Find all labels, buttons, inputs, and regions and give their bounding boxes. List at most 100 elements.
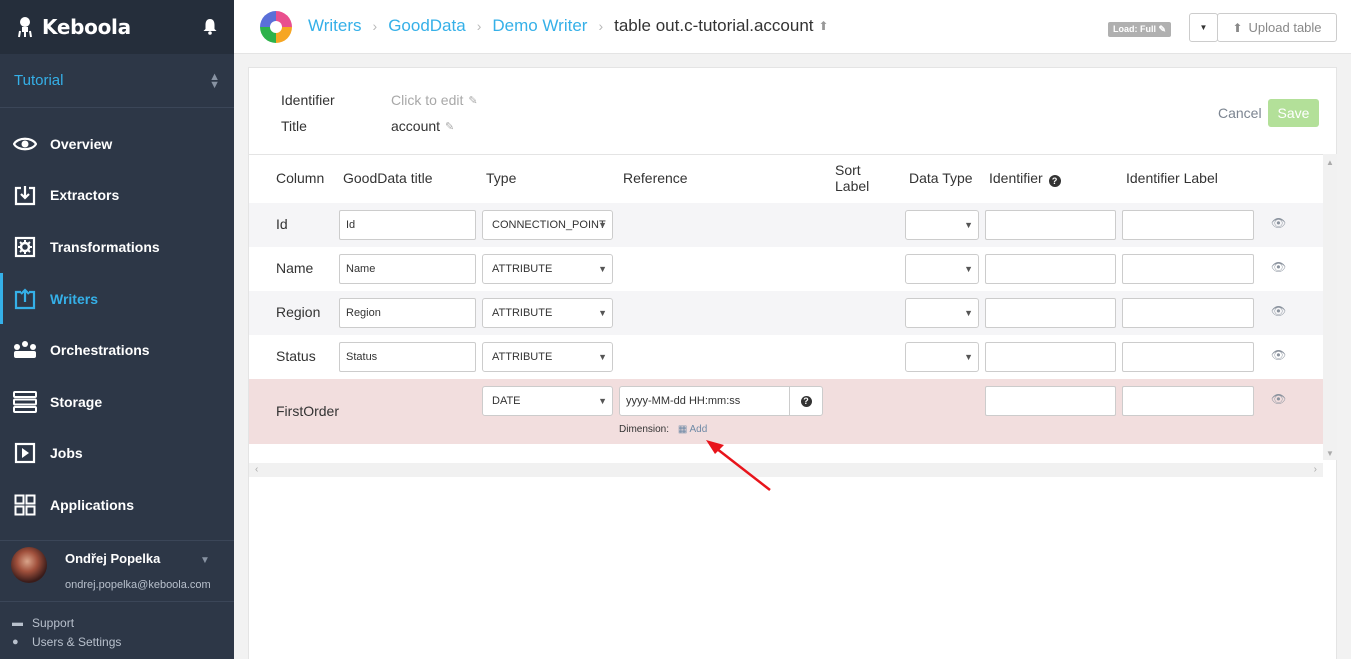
identifier-label-input[interactable]	[1122, 386, 1254, 416]
type-select[interactable]: ATTRIBUTE ▼	[482, 342, 613, 372]
support-link[interactable]: ▬ Support	[12, 613, 121, 632]
date-format-input[interactable]: yyyy-MM-dd HH:mm:ss	[619, 386, 790, 416]
identifier-input[interactable]	[985, 254, 1116, 284]
chevron-right-icon: ›	[372, 18, 378, 34]
actions-dropdown-button[interactable]: ▼	[1189, 13, 1218, 42]
identifier-value[interactable]: Click to edit	[391, 92, 463, 108]
data-type-select[interactable]: ▼	[905, 342, 979, 372]
identifier-header-label: Identifier	[989, 170, 1043, 186]
upload-icon[interactable]: ⬆	[819, 19, 829, 33]
chevron-down-icon: ▼	[964, 352, 973, 362]
sidebar-item-orchestrations[interactable]: Orchestrations	[0, 324, 234, 376]
dimension-row: Dimension: ▦ Add	[619, 424, 707, 435]
breadcrumb-demo-writer[interactable]: Demo Writer	[492, 16, 587, 36]
table-header: Column GoodData title Type Reference Sor…	[249, 155, 1323, 202]
gd-title-input[interactable]: Name	[339, 254, 476, 284]
sidebar-item-label: Orchestrations	[50, 342, 150, 359]
column-header: Column	[276, 170, 325, 186]
save-button[interactable]: Save	[1268, 99, 1319, 127]
eye-icon[interactable]: 👁	[1271, 392, 1286, 406]
load-mode-badge[interactable]: Load: Full ✎	[1108, 22, 1172, 37]
type-value: CONNECTION_POINT	[492, 219, 606, 231]
add-dimension-link[interactable]: ▦ Add	[678, 424, 707, 435]
identifier-input[interactable]	[985, 298, 1116, 328]
eye-icon[interactable]: 👁	[1271, 260, 1286, 274]
identifier-label-input[interactable]	[1122, 298, 1254, 328]
sidebar-item-extractors[interactable]: Extractors	[0, 170, 234, 222]
column-name: Name	[276, 260, 314, 276]
sidebar-item-overview[interactable]: Overview	[0, 118, 234, 170]
upload-table-button[interactable]: ⬆ Upload table	[1217, 13, 1337, 42]
identifier-header: Identifier ?	[989, 170, 1061, 187]
chevron-right-icon: ›	[476, 18, 482, 34]
eye-icon[interactable]: 👁	[1271, 216, 1286, 230]
gear-box-icon	[12, 235, 38, 259]
orchestration-icon	[12, 338, 38, 362]
support-label: Support	[32, 615, 75, 630]
horizontal-scrollbar[interactable]: ‹ ›	[249, 463, 1323, 477]
project-selector[interactable]: Tutorial ▲ ▼	[0, 54, 234, 108]
identifier-input[interactable]	[985, 342, 1116, 372]
type-header: Type	[486, 170, 517, 186]
scroll-left-icon[interactable]: ‹	[255, 464, 258, 475]
gd-title-input[interactable]: Region	[339, 298, 476, 328]
data-type-header: Data Type	[909, 170, 973, 186]
identifier-label-input[interactable]	[1122, 210, 1254, 240]
column-name: Region	[276, 304, 321, 320]
brand[interactable]: Keboola	[0, 0, 234, 54]
scroll-down-icon[interactable]: ▼	[1326, 449, 1334, 458]
identifier-input[interactable]	[985, 210, 1116, 240]
chevron-down-icon: ▼	[964, 264, 973, 274]
type-select[interactable]: ATTRIBUTE ▼	[482, 298, 613, 328]
avatar	[11, 547, 47, 583]
column-name: Id	[276, 216, 288, 232]
table-row: Name Name ATTRIBUTE ▼ ▼ 👁	[249, 247, 1323, 291]
users-settings-link[interactable]: ● Users & Settings	[12, 632, 121, 651]
identifier-input[interactable]	[985, 386, 1116, 416]
scroll-right-icon[interactable]: ›	[1314, 464, 1317, 475]
question-icon[interactable]: ?	[1048, 175, 1061, 187]
identifier-label-input[interactable]	[1122, 254, 1254, 284]
breadcrumb-writers[interactable]: Writers	[308, 16, 362, 36]
data-type-select[interactable]: ▼	[905, 254, 979, 284]
sidebar-item-label: Writers	[50, 290, 98, 307]
sidebar-item-writers[interactable]: Writers	[0, 272, 234, 325]
sidebar-item-applications[interactable]: Applications	[0, 479, 234, 531]
reference-header: Reference	[623, 170, 688, 186]
pencil-icon[interactable]: ✎	[445, 120, 454, 133]
play-box-icon	[12, 441, 38, 465]
scroll-up-icon[interactable]: ▲	[1326, 158, 1334, 167]
sidebar-item-jobs[interactable]: Jobs	[0, 428, 234, 480]
breadcrumb-gooddata[interactable]: GoodData	[388, 16, 466, 36]
gd-title-input[interactable]: Id	[339, 210, 476, 240]
type-select[interactable]: DATE ▼	[482, 386, 613, 416]
identifier-label-input[interactable]	[1122, 342, 1254, 372]
type-value: ATTRIBUTE	[492, 351, 553, 363]
gd-title-input[interactable]: Status	[339, 342, 476, 372]
bell-icon[interactable]	[202, 18, 220, 36]
brand-name: Keboola	[42, 15, 131, 39]
project-name: Tutorial	[14, 72, 64, 89]
type-select[interactable]: CONNECTION_POINT ▼	[482, 210, 613, 240]
eye-icon[interactable]: 👁	[1271, 348, 1286, 362]
pencil-icon[interactable]: ✎	[468, 94, 477, 107]
chevron-down-icon: ▼	[598, 396, 607, 406]
sort-label-header: Sort Label	[835, 162, 869, 194]
eye-icon[interactable]: 👁	[1271, 304, 1286, 318]
chevron-down-icon: ▼	[964, 220, 973, 230]
user-menu[interactable]: Ondřej Popelka ondrej.popelka@keboola.co…	[0, 540, 234, 602]
sidebar-item-storage[interactable]: Storage	[0, 376, 234, 428]
data-type-select[interactable]: ▼	[905, 210, 979, 240]
footer-links: ▬ Support ● Users & Settings	[12, 613, 121, 651]
type-select[interactable]: ATTRIBUTE ▼	[482, 254, 613, 284]
database-icon	[12, 390, 38, 414]
chevron-down-icon: ▼	[598, 352, 607, 362]
vertical-scrollbar[interactable]: ▲ ▼	[1323, 154, 1337, 460]
title-value[interactable]: account	[391, 118, 440, 134]
data-type-select[interactable]: ▼	[905, 298, 979, 328]
sidebar-item-transformations[interactable]: Transformations	[0, 221, 234, 273]
sidebar-item-label: Transformations	[50, 238, 160, 255]
chevron-down-icon: ▼	[598, 264, 607, 274]
format-help-button[interactable]: ?	[789, 386, 823, 416]
cancel-button[interactable]: Cancel	[1218, 105, 1262, 121]
